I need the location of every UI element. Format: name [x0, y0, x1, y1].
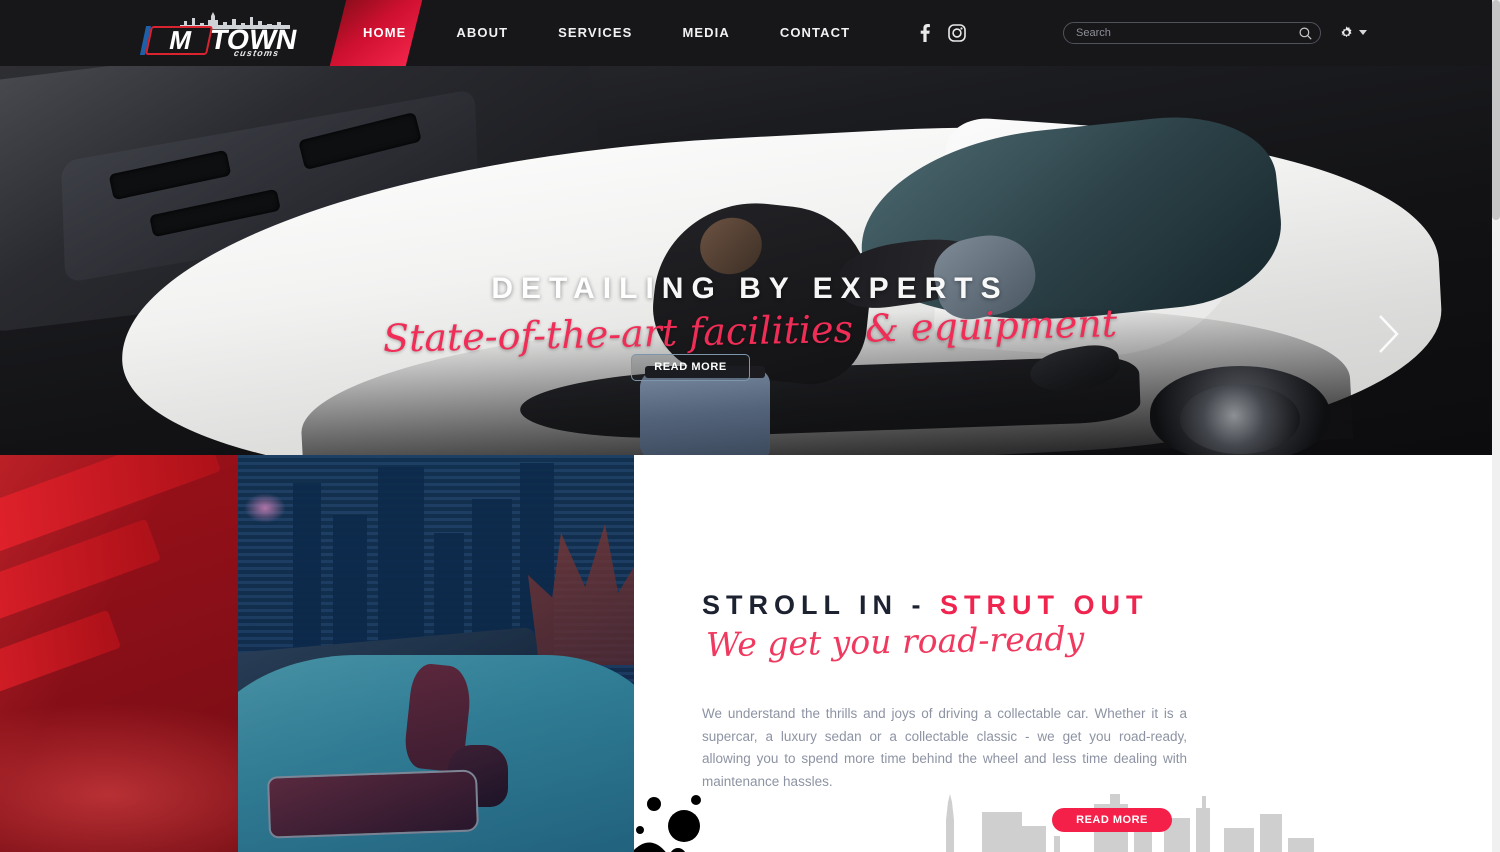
scrollbar-thumb[interactable]	[1492, 0, 1500, 220]
chevron-down-icon[interactable]	[1359, 30, 1367, 35]
logo-m-letter: M	[166, 25, 194, 55]
logo-tagline: customs	[233, 48, 281, 58]
gear-icon[interactable]	[1339, 25, 1354, 40]
hero-background-photo	[0, 66, 1500, 455]
section-read-more-button[interactable]: READ MORE	[1052, 808, 1172, 832]
nav-item-services[interactable]: SERVICES	[533, 0, 657, 66]
nav-item-home[interactable]: HOME	[338, 0, 431, 66]
facebook-icon[interactable]	[916, 24, 932, 42]
search-input[interactable]	[1076, 23, 1291, 43]
page-scrollbar[interactable]	[1492, 0, 1500, 852]
search-box[interactable]	[1063, 22, 1321, 44]
slider-next-arrow[interactable]	[1376, 312, 1402, 356]
social-links	[916, 24, 966, 42]
nav-item-media[interactable]: MEDIA	[657, 0, 754, 66]
section-title-dark: STROLL IN -	[702, 590, 940, 620]
intro-content-panel: STROLL IN - STRUT OUT We get you road-re…	[634, 455, 1500, 852]
instagram-icon[interactable]	[948, 24, 966, 42]
section-title-pink: STRUT OUT	[940, 590, 1149, 620]
hero-slider: DETAILING BY EXPERTS State-of-the-art fa…	[0, 66, 1500, 455]
section-title: STROLL IN - STRUT OUT	[702, 590, 1149, 621]
section-body-text: We understand the thrills and joys of dr…	[702, 706, 1187, 789]
hero-read-more-button[interactable]: READ MORE	[631, 354, 750, 381]
site-logo[interactable]: M TOWN customs	[139, 12, 300, 58]
search-icon[interactable]	[1299, 27, 1312, 40]
section-subtitle: We get you road-ready	[705, 618, 1085, 665]
intro-section: STROLL IN - STRUT OUT We get you road-re…	[0, 455, 1500, 852]
settings-menu[interactable]	[1339, 25, 1367, 40]
porsche-image-panel	[238, 455, 634, 852]
paint-splatter-icon	[634, 795, 701, 852]
nav-item-contact[interactable]: CONTACT	[755, 0, 875, 66]
nav-item-about[interactable]: ABOUT	[431, 0, 533, 66]
site-header: M TOWN customs HOME ABOUT SERVICES MEDIA…	[0, 0, 1500, 66]
taillight-image-panel	[0, 455, 238, 852]
